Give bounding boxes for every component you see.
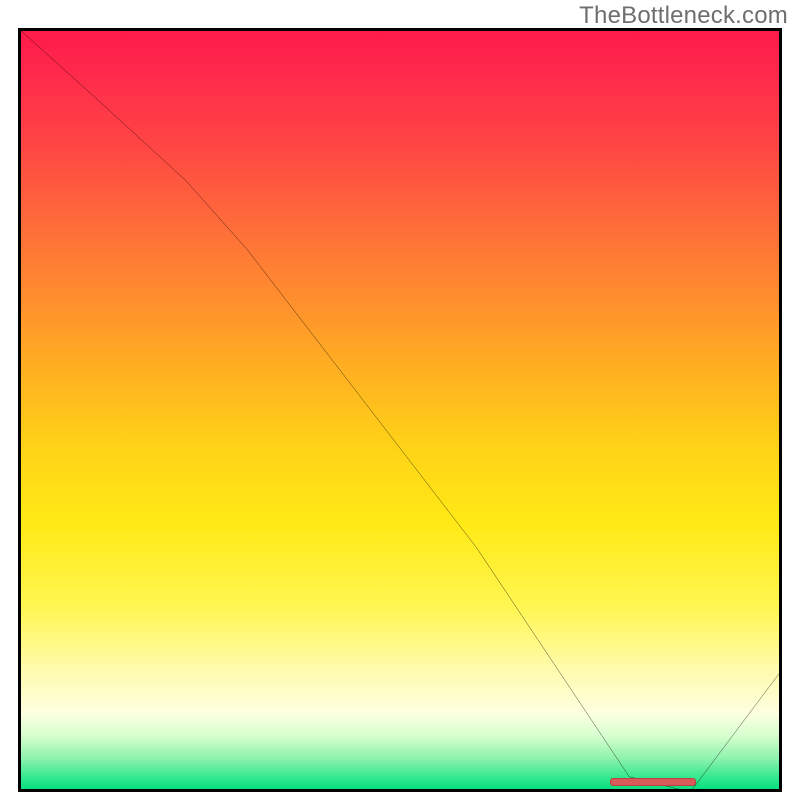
chart-stage: TheBottleneck.com — [0, 0, 800, 800]
optimal-range-marker — [610, 778, 696, 786]
bottleneck-curve — [18, 28, 782, 792]
watermark-text: TheBottleneck.com — [579, 2, 788, 30]
plot-area — [18, 28, 782, 792]
